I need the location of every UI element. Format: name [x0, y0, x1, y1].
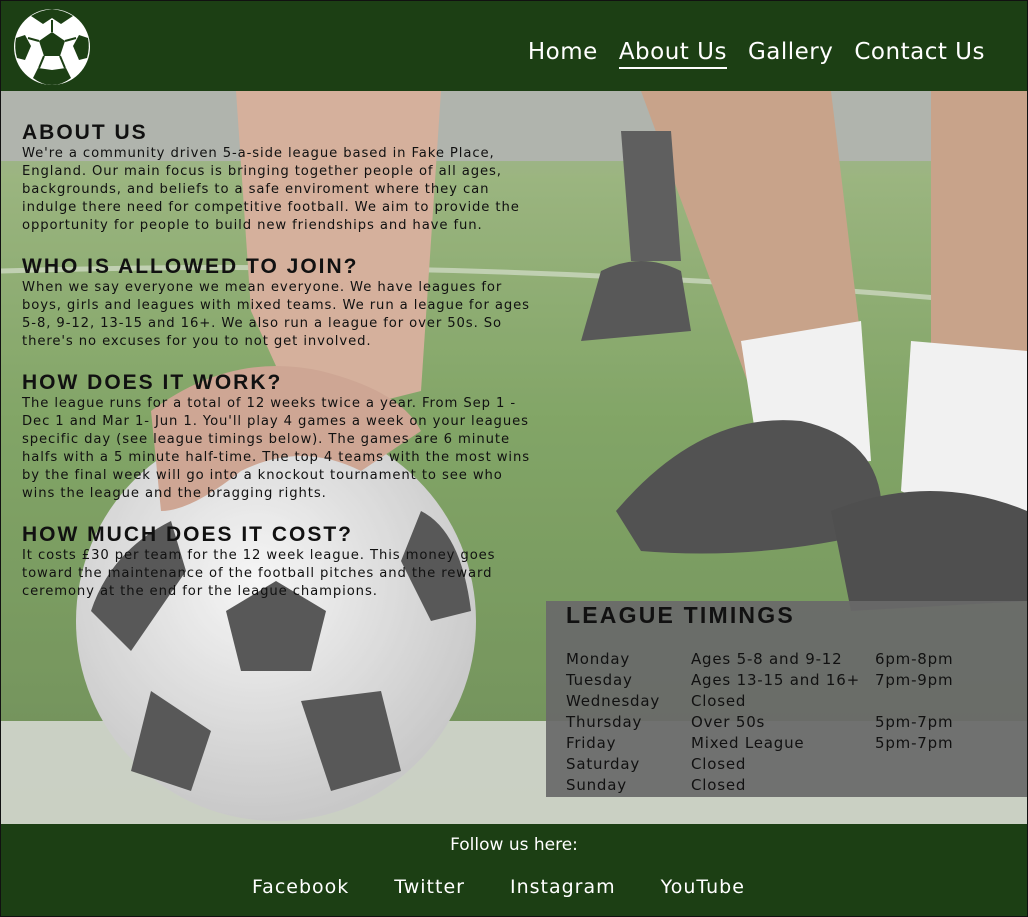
cost-text: It costs £30 per team for the 12 week le… [22, 548, 496, 599]
league-cell: Ages 13-15 and 16+ [691, 671, 860, 689]
league-cell: Closed [691, 692, 747, 710]
time-cell [875, 691, 953, 712]
about-us-heading: ABOUT US [22, 121, 148, 144]
league-cell: Mixed League [691, 734, 805, 752]
day-cell: Saturday [566, 755, 640, 773]
league-cell: Closed [691, 776, 747, 794]
table-row: Wednesday Closed [566, 691, 953, 712]
league-timings-panel: LEAGUE TIMINGS Monday Ages 5-8 and 9-12 … [546, 601, 1027, 797]
league-timings-table: Monday Ages 5-8 and 9-12 6pm-8pm Tuesday… [566, 649, 953, 796]
about-content: ABOUT US We're a community driven 5-a-si… [22, 121, 537, 621]
site-header: Home About Us Gallery Contact Us [1, 1, 1027, 91]
league-cell: Closed [691, 755, 747, 773]
time-cell: 7pm-9pm [875, 671, 954, 689]
day-cell: Monday [566, 650, 631, 668]
league-timings-title: LEAGUE TIMINGS [566, 602, 795, 628]
nav-about-link[interactable]: About Us [618, 39, 727, 69]
table-row: Saturday Closed [566, 754, 953, 775]
social-links: Facebook Twitter Instagram YouTube [252, 876, 745, 898]
table-row: Monday Ages 5-8 and 9-12 6pm-8pm [566, 649, 953, 670]
day-cell: Tuesday [566, 671, 633, 689]
who-can-join-heading: WHO IS ALLOWED TO JOIN? [22, 255, 359, 278]
about-us-text: We're a community driven 5-a-side league… [22, 146, 520, 233]
hero-section: ABOUT US We're a community driven 5-a-si… [1, 91, 1027, 824]
follow-us-label: Follow us here: [450, 835, 578, 855]
nav-gallery-link[interactable]: Gallery [748, 39, 833, 69]
site-footer: Follow us here: Facebook Twitter Instagr… [1, 824, 1027, 916]
time-cell: 6pm-8pm [875, 650, 954, 668]
day-cell: Wednesday [566, 692, 661, 710]
time-cell: 5pm-7pm [875, 734, 954, 752]
time-cell [875, 775, 953, 796]
table-row: Sunday Closed [566, 775, 953, 796]
soccer-ball-icon[interactable] [13, 8, 91, 86]
time-cell [875, 754, 953, 775]
how-it-works-text: The league runs for a total of 12 weeks … [22, 396, 531, 501]
day-cell: Sunday [566, 776, 627, 794]
cost-heading: HOW MUCH DOES IT COST? [22, 523, 353, 546]
who-can-join-text: When we say everyone we mean everyone. W… [22, 280, 530, 349]
youtube-link[interactable]: YouTube [661, 876, 745, 898]
nav-home-link[interactable]: Home [528, 39, 598, 69]
nav-contact-link[interactable]: Contact Us [854, 39, 985, 69]
instagram-link[interactable]: Instagram [510, 876, 616, 898]
table-row: Tuesday Ages 13-15 and 16+ 7pm-9pm [566, 670, 953, 691]
time-cell: 5pm-7pm [875, 713, 954, 731]
facebook-link[interactable]: Facebook [252, 876, 349, 898]
day-cell: Thursday [566, 713, 643, 731]
league-cell: Ages 5-8 and 9-12 [691, 650, 843, 668]
day-cell: Friday [566, 734, 617, 752]
table-row: Thursday Over 50s 5pm-7pm [566, 712, 953, 733]
how-it-works-heading: HOW DOES IT WORK? [22, 371, 283, 394]
table-row: Friday Mixed League 5pm-7pm [566, 733, 953, 754]
twitter-link[interactable]: Twitter [394, 876, 465, 898]
main-nav: Home About Us Gallery Contact Us [528, 39, 985, 69]
league-cell: Over 50s [691, 713, 766, 731]
